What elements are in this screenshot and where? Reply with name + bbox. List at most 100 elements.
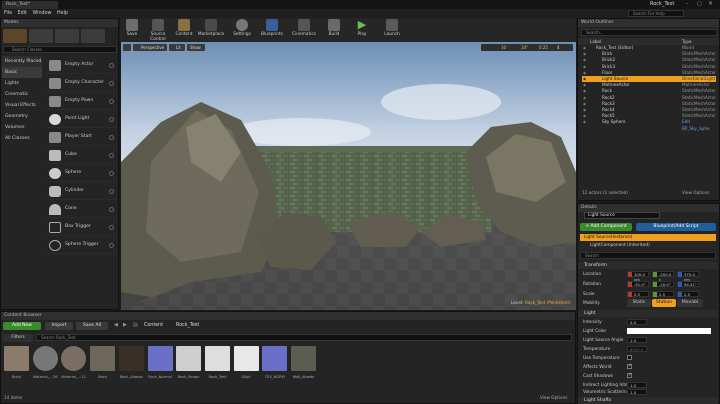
place-item-cylinder[interactable]: Cylinder [45, 183, 117, 200]
blueprints-button[interactable]: Blueprints [258, 18, 286, 41]
light-shafts-section[interactable]: Light Shafts [578, 397, 718, 404]
place-item-cone[interactable]: Cone [45, 201, 117, 218]
light-component-row[interactable]: LightComponent (Inherited) [580, 242, 716, 249]
asset-tile[interactable]: Rock_Normal [147, 346, 173, 384]
light-section[interactable]: Light [578, 310, 718, 317]
settings-button[interactable]: Settings [230, 18, 254, 41]
asset-tile[interactable]: Material_...120 [61, 346, 87, 384]
camera-speed-value[interactable]: 4 [557, 44, 560, 51]
col-type[interactable]: Type [682, 39, 692, 44]
maximize-icon[interactable]: ▢ [697, 1, 702, 7]
affects-world-checkbox[interactable] [627, 363, 632, 369]
outliner-search-input[interactable]: Search... [581, 29, 717, 36]
paint-mode-icon[interactable] [29, 29, 53, 43]
category-basic[interactable]: Basic [2, 67, 42, 78]
search-help-input[interactable]: Search For Help [628, 10, 684, 17]
asset-tile[interactable]: TEX_NGRM [262, 346, 288, 384]
outliner-view-options[interactable]: View Options [682, 190, 709, 195]
place-item-player-start[interactable]: Player Start [45, 129, 117, 146]
perspective-button[interactable]: Perspective [133, 44, 167, 51]
rotation-z-field[interactable]: 94.41° [677, 281, 699, 287]
component-instance-row[interactable]: Light Source(Instance) [580, 234, 716, 241]
scale-y-field[interactable]: 2.5 [652, 291, 674, 297]
place-item-point-light[interactable]: Point Light [45, 111, 117, 128]
content-search-input[interactable]: Search Rock_Test [36, 334, 572, 341]
add-new-button[interactable]: Add New [3, 322, 41, 330]
volumetric-field[interactable]: 1.0 [627, 389, 647, 395]
mobility-stationary[interactable]: Station [652, 299, 676, 307]
category-lights[interactable]: Lights [2, 78, 42, 89]
use-temperature-checkbox[interactable] [627, 355, 632, 360]
save-all-button[interactable]: Save All [76, 322, 108, 330]
content-view-options[interactable]: View Options [540, 395, 567, 400]
place-item-empty-character[interactable]: Empty Character [45, 75, 117, 92]
play-button[interactable]: ▶ Play [350, 18, 374, 41]
asset-tile[interactable]: Wall_Albedo [291, 346, 316, 384]
asset-tile[interactable]: SSph [233, 346, 259, 384]
transform-section[interactable]: Transform [578, 262, 718, 269]
asset-tile[interactable]: Material_...26 [32, 346, 58, 384]
mobility-static[interactable]: Static [627, 299, 651, 307]
details-search-input[interactable]: Search [580, 252, 716, 259]
asset-tile[interactable]: Rock_Test [204, 346, 230, 384]
grid-snap-value[interactable]: 10 [501, 44, 506, 51]
category-recently-placed[interactable]: Recently Placed [2, 56, 42, 67]
location-y-field[interactable]: -200.0 c [652, 271, 674, 282]
place-mode-icon[interactable] [3, 29, 27, 43]
scale-x-field[interactable]: 2.5 [627, 291, 649, 297]
visibility-eye-icon[interactable]: ◉ [583, 119, 586, 125]
save-button[interactable]: Save [120, 18, 144, 41]
category-volumes[interactable]: Volumes [2, 122, 42, 133]
foliage-mode-icon[interactable] [81, 29, 105, 43]
viewport-menu-button[interactable] [123, 44, 131, 51]
place-item-sphere[interactable]: Sphere [45, 165, 117, 182]
launch-button[interactable]: Launch [380, 18, 404, 41]
asset-tile[interactable]: Rock_Rough [176, 346, 202, 384]
place-item-box-trigger[interactable]: Box Trigger [45, 219, 117, 236]
location-z-field[interactable]: 370.0 cm [677, 271, 699, 282]
level-tab[interactable]: Rock_Test* [2, 1, 58, 9]
import-button[interactable]: Import [45, 322, 73, 330]
landscape-mode-icon[interactable] [55, 29, 79, 43]
place-item-empty-pawn[interactable]: Empty Pawn [45, 93, 117, 110]
blueprint-add-script-button[interactable]: Blueprint/Add Script [636, 223, 716, 231]
category-visual-effects[interactable]: Visual Effects [2, 100, 42, 111]
asset-tile[interactable]: Rock [90, 346, 116, 384]
build-button[interactable]: Build [322, 18, 346, 41]
asset-tile[interactable]: Rock_Albedo [118, 346, 144, 384]
angle-snap-value[interactable]: 10° [521, 44, 528, 51]
actor-name-field[interactable]: Light Source [584, 212, 660, 219]
close-icon[interactable]: × [708, 0, 713, 7]
menu-edit[interactable]: Edit [18, 9, 27, 18]
source-control-button[interactable]: Source Control [144, 18, 172, 42]
cast-shadows-checkbox[interactable] [627, 372, 632, 378]
scale-snap-value[interactable]: 0.25 [539, 44, 548, 51]
lit-button[interactable]: Lit [169, 44, 185, 51]
content-button[interactable]: Content [172, 18, 196, 41]
menu-window[interactable]: Window [33, 9, 52, 18]
place-item-sphere-trigger[interactable]: Sphere Trigger [45, 237, 117, 254]
place-item-cube[interactable]: Cube [45, 147, 117, 164]
intensity-field[interactable]: 5.0 [627, 319, 647, 325]
place-item-empty-actor[interactable]: Empty Actor [45, 57, 117, 74]
menu-help[interactable]: Help [57, 9, 68, 18]
temperature-field[interactable]: 6500.0 [627, 346, 647, 352]
filters-button[interactable]: Filters [3, 334, 33, 342]
show-button[interactable]: Show [187, 44, 205, 51]
rotation-y-field[interactable]: -20.0° [652, 281, 674, 287]
category-all-classes[interactable]: All Classes [2, 133, 42, 144]
search-classes-input[interactable]: Search Classes [3, 46, 117, 53]
forward-arrow-icon[interactable]: ▶ [123, 322, 127, 328]
marketplace-button[interactable]: Marketplace [196, 18, 226, 41]
col-label[interactable]: Label [590, 39, 601, 44]
outliner-row[interactable]: ◉ Sky Sphere Edit BP_Sky_Sphe [582, 119, 716, 130]
cinematics-button[interactable]: Cinematics [290, 18, 318, 41]
minimize-icon[interactable]: – [686, 1, 689, 7]
source-angle-field[interactable]: 1.0 [627, 337, 647, 343]
add-component-button[interactable]: + Add Component [580, 223, 632, 231]
rotation-x-field[interactable]: -51.0° [627, 281, 649, 287]
viewport[interactable]: Perspective Lit Show 10 10° 0.25 4 Level… [121, 42, 576, 310]
asset-tile[interactable]: Brick [4, 346, 29, 384]
category-cinematic[interactable]: Cinematic [2, 89, 42, 100]
indirect-intensity-field[interactable]: 1.0 [627, 382, 647, 388]
